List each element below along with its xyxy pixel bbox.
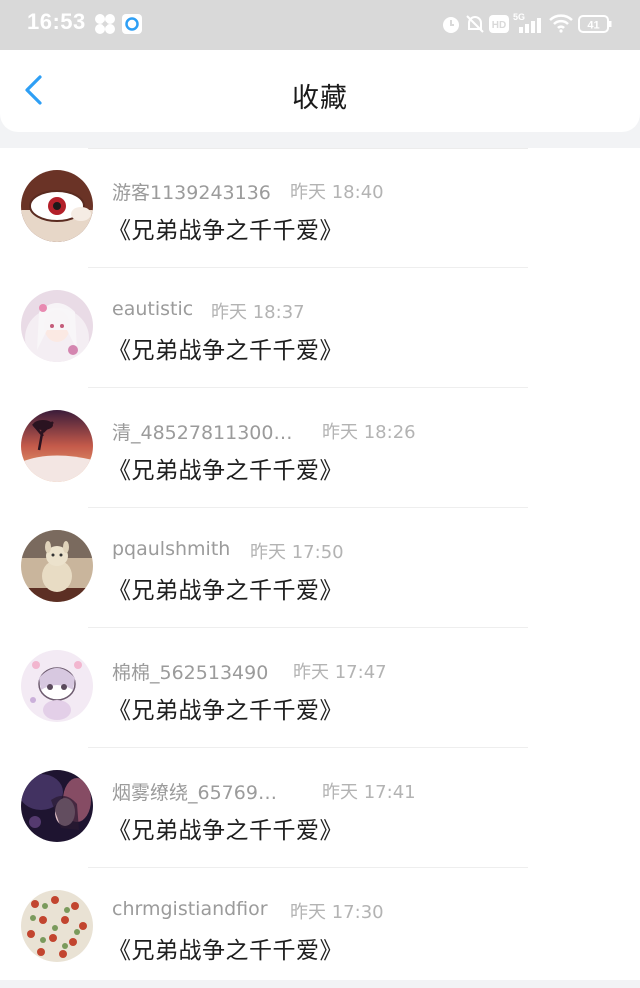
list-item[interactable]: pqaulshmith 昨天 17:50 《兄弟战争之千千爱》	[0, 508, 640, 628]
username: chrmgistiandfior	[112, 898, 268, 920]
avatar[interactable]	[21, 410, 93, 482]
svg-text:5G: 5G	[513, 12, 525, 22]
mute-icon	[465, 14, 485, 38]
app-notification-icon	[122, 14, 142, 38]
nav-bar: 收藏	[0, 50, 640, 132]
work-title: 《兄弟战争之千千爱》	[108, 818, 343, 844]
status-time: 16:53	[27, 9, 86, 34]
list-item[interactable]: 游客1139243136 昨天 18:40 《兄弟战争之千千爱》	[0, 148, 640, 268]
avatar[interactable]	[21, 770, 93, 842]
battery-icon: 41	[578, 15, 612, 37]
alarm-icon	[441, 14, 461, 38]
avatar[interactable]	[21, 650, 93, 722]
list-item[interactable]: 清_48527811300… 昨天 18:26 《兄弟战争之千千爱》	[0, 388, 640, 508]
favorites-list: 游客1139243136 昨天 18:40 《兄弟战争之千千爱》 eautist…	[0, 148, 640, 980]
work-title: 《兄弟战争之千千爱》	[108, 578, 343, 604]
svg-text:HD: HD	[492, 20, 506, 31]
timestamp: 昨天 18:37	[211, 302, 305, 323]
work-title: 《兄弟战争之千千爱》	[108, 458, 343, 484]
username: eautistic	[112, 298, 194, 320]
username: 烟雾缭绕_65769…	[112, 782, 277, 804]
work-title: 《兄弟战争之千千爱》	[108, 338, 343, 364]
username: 棉棉_562513490	[112, 662, 269, 684]
timestamp: 昨天 17:47	[293, 662, 387, 683]
username: 游客1139243136	[112, 182, 271, 204]
hd-icon: HD	[489, 14, 509, 38]
page-title: 收藏	[292, 83, 348, 114]
avatar[interactable]	[21, 890, 93, 962]
timestamp: 昨天 17:50	[250, 542, 344, 563]
username: pqaulshmith	[112, 538, 231, 560]
signal-icon: 5G	[513, 11, 543, 39]
timestamp: 昨天 18:40	[290, 182, 384, 203]
username: 清_48527811300…	[112, 422, 293, 444]
work-title: 《兄弟战争之千千爱》	[108, 218, 343, 244]
avatar[interactable]	[21, 530, 93, 602]
status-bar: 16:53 HD 5G 41	[0, 0, 640, 50]
list-item[interactable]: 烟雾缭绕_65769… 昨天 17:41 《兄弟战争之千千爱》	[0, 748, 640, 868]
battery-level: 41	[587, 20, 599, 32]
list-item[interactable]: eautistic 昨天 18:37 《兄弟战争之千千爱》	[0, 268, 640, 388]
pinwheel-icon	[94, 13, 116, 39]
avatar[interactable]	[21, 170, 93, 242]
timestamp: 昨天 17:41	[322, 782, 416, 803]
list-item[interactable]: 棉棉_562513490 昨天 17:47 《兄弟战争之千千爱》	[0, 628, 640, 748]
timestamp: 昨天 18:26	[322, 422, 416, 443]
timestamp: 昨天 17:30	[290, 902, 384, 923]
work-title: 《兄弟战争之千千爱》	[108, 938, 343, 964]
work-title: 《兄弟战争之千千爱》	[108, 698, 343, 724]
avatar[interactable]	[21, 290, 93, 362]
wifi-icon	[549, 13, 573, 37]
list-item[interactable]: chrmgistiandfior 昨天 17:30 《兄弟战争之千千爱》	[0, 868, 640, 988]
